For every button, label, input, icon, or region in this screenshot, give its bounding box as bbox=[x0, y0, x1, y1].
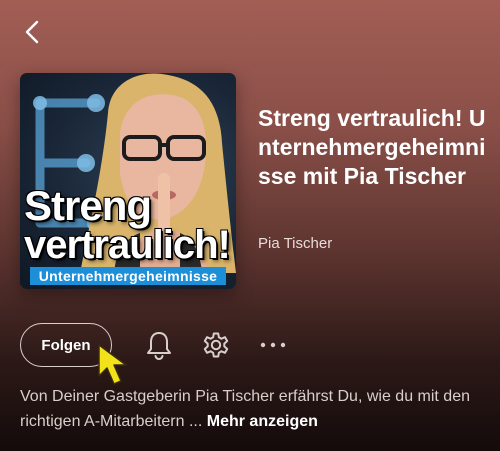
cover-title-line2: vertraulich! bbox=[24, 223, 231, 267]
gear-icon bbox=[203, 332, 229, 358]
more-options-button[interactable] bbox=[258, 330, 288, 360]
action-bar: Folgen bbox=[20, 322, 112, 368]
cover-subtitle-band: Unternehmergeheimnisse bbox=[30, 267, 226, 285]
settings-button[interactable] bbox=[201, 330, 231, 360]
show-more-link[interactable]: Mehr anzeigen bbox=[207, 413, 318, 430]
cover-title-line1: Streng bbox=[24, 182, 152, 229]
bell-icon bbox=[147, 332, 171, 360]
podcast-cover: Streng vertraulich! Unternehmergeheimnis… bbox=[20, 73, 236, 289]
podcast-author[interactable]: Pia Tischer bbox=[258, 235, 332, 252]
follow-button[interactable]: Folgen bbox=[20, 323, 112, 367]
podcast-title: Streng vertraulich! Unternehmergeheimnis… bbox=[258, 105, 486, 189]
follow-button-label: Folgen bbox=[41, 336, 91, 354]
podcast-description: Von Deiner Gastgeberin Pia Tischer erfäh… bbox=[20, 384, 480, 434]
notification-button[interactable] bbox=[144, 330, 174, 360]
chevron-left-icon bbox=[25, 20, 39, 44]
back-button[interactable] bbox=[18, 18, 46, 46]
more-horizontal-icon bbox=[260, 342, 286, 348]
